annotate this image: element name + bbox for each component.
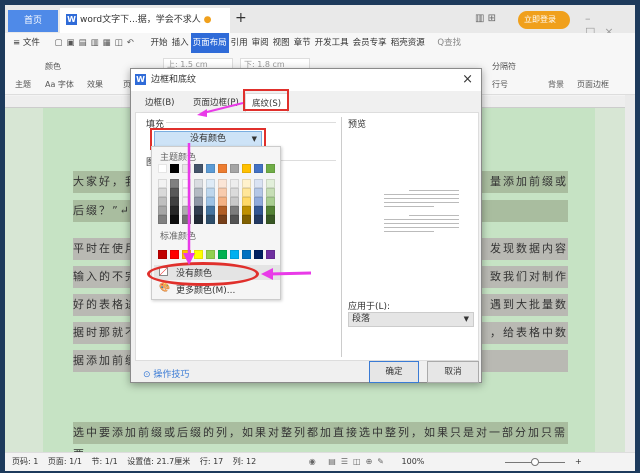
- borders-shading-dialog: W 边框和底纹 × 边框(B) 页面边框(P) 底纹(S) 填充 图 没有颜色▼…: [130, 68, 482, 383]
- line-right-text: 遇到大批量数: [490, 294, 568, 316]
- status-col: 列: 12: [233, 457, 256, 466]
- menu-item[interactable]: 插入: [170, 33, 191, 53]
- wps-writer-icon: W: [66, 14, 77, 25]
- file-menu[interactable]: ≡ 文件: [11, 33, 42, 53]
- line-right-text: 量添加前缀或: [490, 171, 568, 193]
- status-section: 节: 1/1: [92, 457, 118, 466]
- theme-button[interactable]: 主题: [15, 79, 31, 90]
- arrow-head: [261, 268, 273, 280]
- color-button[interactable]: 颜色: [45, 61, 61, 72]
- vertical-scrollbar[interactable]: [625, 95, 635, 452]
- status-row: 行: 17: [200, 457, 223, 466]
- tab-bar: 首页 Wword文字下...据，学会不求人 ● + ▥ ⊞ 立即登录 –□×: [5, 5, 635, 33]
- menu-item[interactable]: 引用: [229, 33, 250, 53]
- menu-item[interactable]: 开始: [149, 33, 170, 53]
- tab-document[interactable]: Wword文字下...据，学会不求人 ●: [60, 8, 230, 33]
- unsaved-dot-icon: ●: [204, 15, 212, 25]
- line-right-text: 致我们对制作: [490, 266, 568, 288]
- arrow-right-to-nocolor: [269, 273, 311, 274]
- arrow-head: [197, 109, 207, 117]
- status-pages: 页面: 1/1: [48, 457, 82, 466]
- line-right-text: ，给表格中数: [490, 322, 568, 344]
- line-left-text: 输入的不完: [73, 270, 138, 283]
- search-box[interactable]: Q查找: [435, 33, 463, 53]
- menu-item[interactable]: 页面布局: [191, 33, 229, 53]
- line-number-button[interactable]: 行号: [492, 79, 508, 90]
- effect-button[interactable]: 效果: [87, 79, 103, 90]
- menu-item[interactable]: 章节: [292, 33, 313, 53]
- arrow-tab-to-fill: [203, 103, 243, 113]
- document-line[interactable]: 选中要添加前缀或后缀的列，如果对整列都加直接选中整列，如果只是对一部分加只需要: [73, 422, 568, 444]
- zoom-slider[interactable]: [505, 462, 565, 463]
- background-button[interactable]: 背景: [548, 79, 564, 90]
- line-left-text: 后缀？”↵: [73, 204, 131, 217]
- zoom-value[interactable]: 100%: [402, 457, 425, 466]
- menu-bar: ≡ 文件 ▢▣▤▥▦◫↶ 开始插入页面布局引用审阅视图章节开发工具会员专享稻壳资…: [5, 33, 635, 53]
- annotation-arrows: [131, 69, 483, 384]
- line-left-text: 大家好，我: [73, 175, 138, 188]
- new-tab-button[interactable]: +: [235, 10, 247, 26]
- menu-item[interactable]: 稻壳资源: [389, 33, 427, 53]
- zoom-in-button[interactable]: +: [575, 453, 582, 471]
- line-left-text: 好的表格进: [73, 298, 138, 311]
- line-left-text: 平时在使用: [73, 242, 138, 255]
- font-button[interactable]: Aa 字体: [45, 79, 74, 90]
- status-bar: 页码: 1 页面: 1/1 节: 1/1 设置值: 21.7厘米 行: 17 列…: [5, 452, 635, 471]
- zoom-slider-thumb[interactable]: [531, 458, 539, 466]
- quick-access-icons[interactable]: ▢▣▤▥▦◫↶: [53, 33, 140, 53]
- arrow-head: [183, 253, 195, 265]
- line-left-text: 据时那就不: [73, 326, 138, 339]
- menu-item[interactable]: 视图: [271, 33, 292, 53]
- menu-item[interactable]: 会员专享: [351, 33, 389, 53]
- page-border-button[interactable]: 页面边框: [577, 79, 609, 90]
- layout-icon[interactable]: ▥ ⊞: [475, 13, 496, 24]
- menu-item[interactable]: 开发工具: [313, 33, 351, 53]
- separator-button[interactable]: 分隔符: [492, 61, 516, 72]
- line-right-text: 发现数据内容: [490, 238, 568, 260]
- view-mode-icons[interactable]: ◉ ▤☰◫⊕✎: [309, 457, 389, 466]
- login-button[interactable]: 立即登录: [518, 11, 570, 29]
- tab-home[interactable]: 首页: [8, 10, 58, 32]
- menu-item[interactable]: 审阅: [250, 33, 271, 53]
- doc-tab-title: word文字下...据，学会不求人: [80, 15, 201, 25]
- status-page: 页码: 1: [12, 457, 38, 466]
- status-setting: 设置值: 21.7厘米: [127, 457, 190, 466]
